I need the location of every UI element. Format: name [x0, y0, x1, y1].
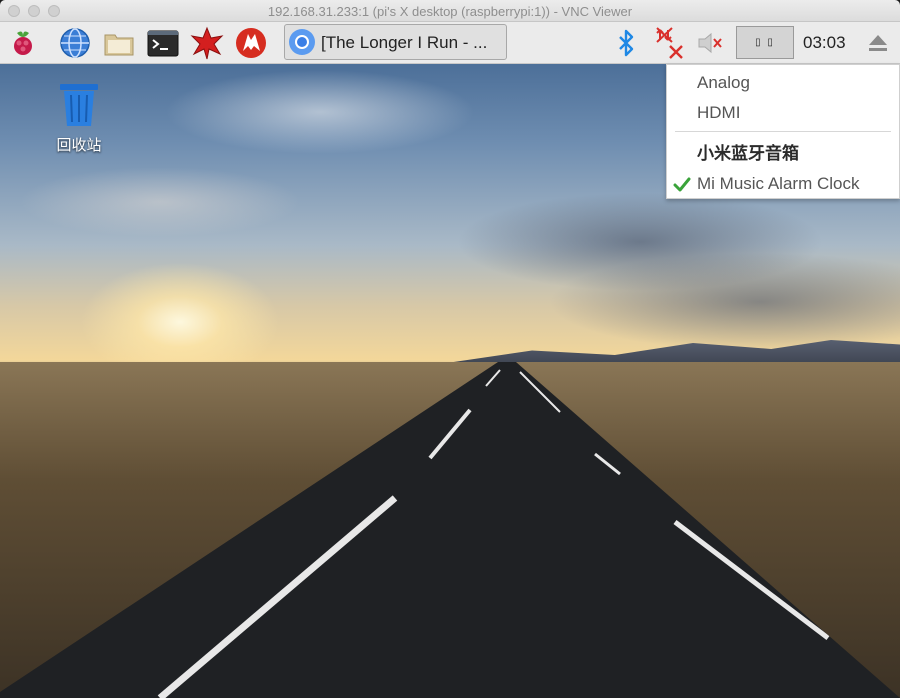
taskbar: [The Longer I Run - ... ▯ ▯ 03:03	[0, 22, 900, 64]
terminal-launcher[interactable]	[146, 26, 180, 60]
checkmark-icon	[673, 177, 691, 192]
menu-item-mi-music-alarm-clock[interactable]: Mi Music Alarm Clock	[667, 170, 899, 198]
audio-output-menu: Analog HDMI 小米蓝牙音箱 Mi Music Alarm Clock	[666, 64, 900, 199]
title-bar: 192.168.31.233:1 (pi's X desktop (raspbe…	[0, 0, 900, 22]
web-browser-launcher[interactable]	[58, 26, 92, 60]
raspberry-menu-button[interactable]	[6, 26, 40, 60]
eject-icon[interactable]	[866, 32, 890, 54]
menu-item-hdmi[interactable]: HDMI	[667, 99, 899, 127]
menu-item-label: Analog	[697, 73, 750, 92]
menu-item-label: HDMI	[697, 103, 741, 122]
bluetooth-icon[interactable]	[614, 28, 638, 58]
wolfram-launcher[interactable]	[234, 26, 268, 60]
desktop-icon-trash[interactable]: 回收站	[44, 80, 114, 155]
vnc-viewer-window: 192.168.31.233:1 (pi's X desktop (raspbe…	[0, 0, 900, 698]
taskbar-window-label: [The Longer I Run - ...	[321, 33, 488, 52]
menu-separator	[675, 131, 891, 132]
file-manager-launcher[interactable]	[102, 26, 136, 60]
trash-icon	[60, 84, 98, 126]
taskbar-window-button[interactable]: [The Longer I Run - ...	[284, 24, 507, 60]
menu-item-label: 小米蓝牙音箱	[697, 144, 799, 163]
mathematica-icon	[190, 26, 224, 60]
volume-muted-icon[interactable]	[696, 30, 726, 56]
wolfram-icon	[236, 28, 266, 58]
trash-label: 回收站	[56, 137, 102, 154]
network-disconnected-icon[interactable]	[654, 26, 688, 60]
menu-item-bluetooth-speaker[interactable]: 小米蓝牙音箱	[667, 140, 899, 168]
mathematica-launcher[interactable]	[190, 26, 224, 60]
cpu-monitor[interactable]: ▯ ▯	[736, 26, 794, 59]
globe-icon	[60, 28, 90, 58]
menu-item-label: Mi Music Alarm Clock	[697, 174, 860, 193]
menu-item-analog[interactable]: Analog	[667, 69, 899, 97]
raspberry-menu-icon	[14, 31, 32, 55]
folder-icon	[104, 34, 134, 56]
chromium-icon	[289, 29, 315, 55]
window-title: 192.168.31.233:1 (pi's X desktop (raspbe…	[267, 4, 633, 19]
terminal-icon	[147, 30, 179, 57]
clock[interactable]: 03:03	[803, 33, 846, 53]
